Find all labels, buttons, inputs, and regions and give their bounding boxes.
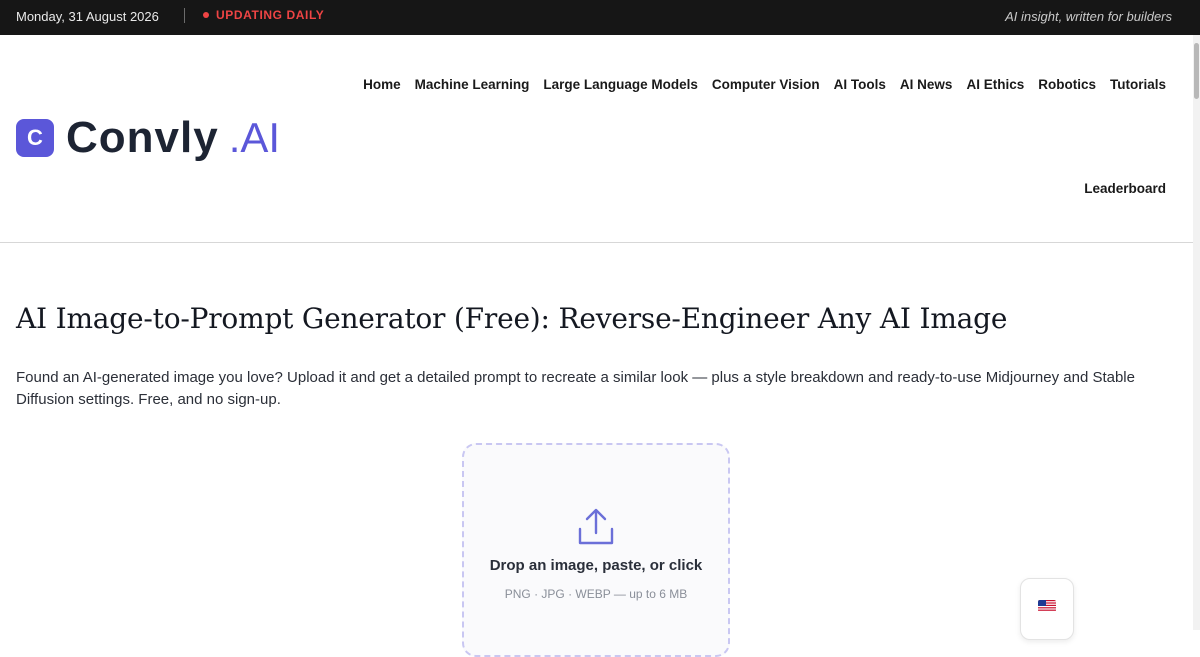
site-logo[interactable]: C Convly .AI [16,113,280,163]
main-navigation: Home Machine Learning Large Language Mod… [363,77,1166,92]
updating-daily-badge: UPDATING DAILY [203,8,324,22]
image-dropzone[interactable]: Drop an image, paste, or click PNG · JPG… [462,443,730,657]
site-tagline: AI insight, written for builders [1005,9,1172,24]
logo-name: Convly [66,113,219,162]
dropzone-file-types: PNG · JPG · WEBP — up to 6 MB [504,587,688,601]
updating-daily-label: UPDATING DAILY [216,8,325,22]
nav-item-machine-learning[interactable]: Machine Learning [415,77,530,92]
header-divider [0,242,1193,243]
nav-item-ai-tools[interactable]: AI Tools [834,77,886,92]
nav-item-robotics[interactable]: Robotics [1038,77,1096,92]
page-title: AI Image-to-Prompt Generator (Free): Rev… [16,302,1008,335]
us-flag-icon [1038,600,1056,612]
page-scrollbar[interactable] [1193,35,1200,630]
current-date: Monday, 31 August 2026 [16,9,159,24]
language-selector-button[interactable] [1020,578,1074,640]
top-bar: Monday, 31 August 2026 UPDATING DAILY AI… [0,0,1200,35]
nav-item-computer-vision[interactable]: Computer Vision [712,77,820,92]
nav-item-large-language-models[interactable]: Large Language Models [543,77,698,92]
nav-item-leaderboard[interactable]: Leaderboard [1084,181,1166,196]
page-description: Found an AI-generated image you love? Up… [16,369,1135,408]
nav-item-tutorials[interactable]: Tutorials [1110,77,1166,92]
nav-item-ai-news[interactable]: AI News [900,77,953,92]
dropzone-title: Drop an image, paste, or click [489,557,703,574]
top-bar-separator [184,8,185,23]
scrollbar-thumb[interactable] [1194,43,1199,99]
logo-suffix: .AI [228,114,281,161]
live-dot-icon [203,12,209,18]
logo-badge-icon: C [16,119,54,157]
nav-item-home[interactable]: Home [363,77,401,92]
upload-icon [578,508,614,545]
nav-item-ai-ethics[interactable]: AI Ethics [966,77,1024,92]
